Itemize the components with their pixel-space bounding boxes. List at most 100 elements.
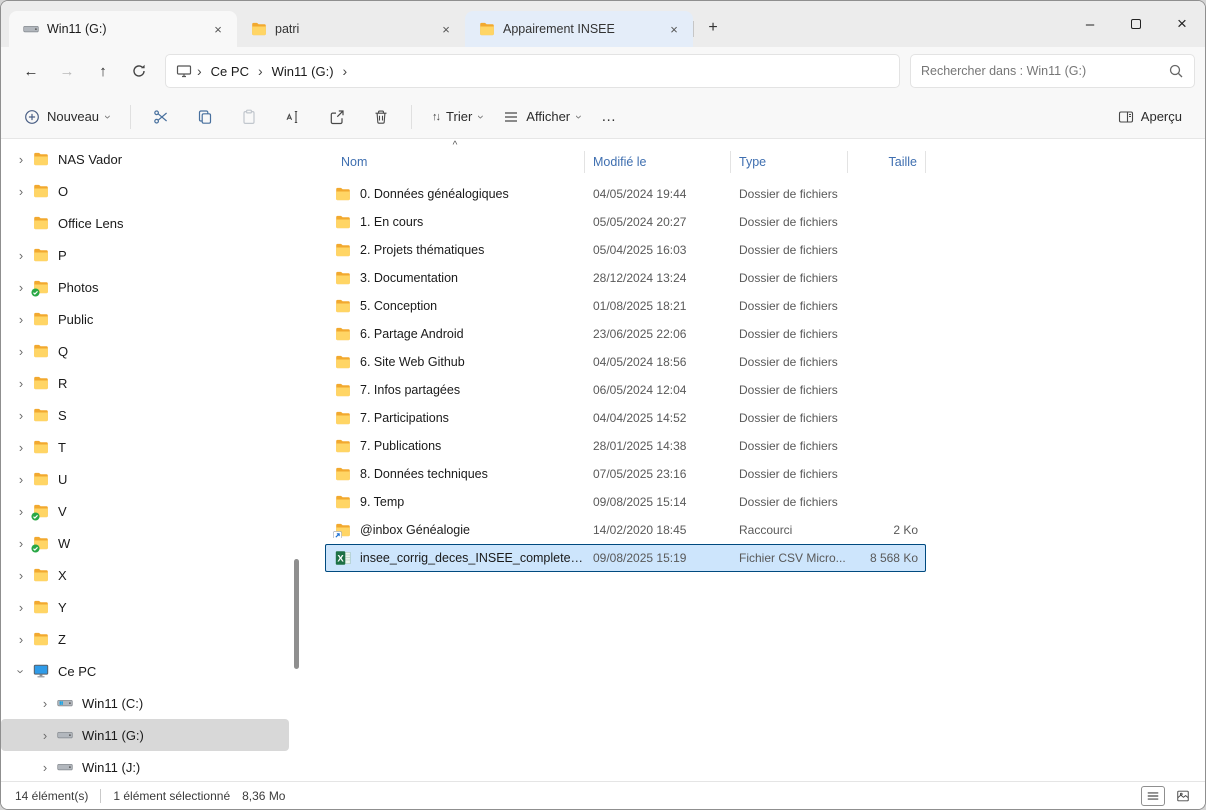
search-input[interactable]: Rechercher dans : Win11 (G:) [921, 64, 1086, 78]
chevron-right-icon[interactable] [13, 376, 29, 391]
sidebar-item-w[interactable]: W [1, 527, 289, 559]
sidebar-item-win11-c[interactable]: Win11 (C:) [1, 687, 289, 719]
breadcrumb-item-ce-pc[interactable]: Ce PC [207, 62, 253, 81]
preview-pane-icon [1118, 109, 1134, 125]
breadcrumb-item-win11-g[interactable]: Win11 (G:) [268, 62, 338, 81]
back-button[interactable] [13, 54, 49, 88]
file-row-1-en-cours[interactable]: 1. En cours 05/05/2024 20:27 Dossier de fi… [325, 208, 926, 236]
chevron-right-icon[interactable] [13, 504, 29, 519]
details-view-button[interactable] [1141, 785, 1165, 806]
details-view-icon [1147, 791, 1159, 800]
file-row-8-donn-es-techniques[interactable]: 8. Données techniques 07/05/2025 23:16 Dos… [325, 460, 926, 488]
sort-button[interactable]: Trier [423, 100, 492, 134]
sidebar-item-x[interactable]: X [1, 559, 289, 591]
chevron-right-icon[interactable] [13, 248, 29, 263]
file-row-insee-corrig-deces-insee-complete-csv[interactable]: Xinsee_corrig_deces_INSEE_complete.csv 09… [325, 544, 926, 572]
column-header-modifi-le[interactable]: Modifié le [585, 151, 731, 173]
sidebar-item-y[interactable]: Y [1, 591, 289, 623]
chevron-right-icon[interactable] [13, 600, 29, 615]
sidebar-item-ce-pc[interactable]: Ce PC [1, 655, 289, 687]
file-row-7-publications[interactable]: 7. Publications 28/01/2025 14:38 Dossier d… [325, 432, 926, 460]
paste-button[interactable] [230, 100, 268, 134]
file-row-6-site-web-github[interactable]: 6. Site Web Github 04/05/2024 18:56 Dossie… [325, 348, 926, 376]
file-row-9-temp[interactable]: 9. Temp 09/08/2025 15:14 Dossier de fichie… [325, 488, 926, 516]
forward-button[interactable] [49, 54, 85, 88]
breadcrumb-chevron-icon[interactable] [343, 63, 348, 79]
tab-win11-g[interactable]: Win11 (G:) [9, 11, 237, 47]
file-row-7-infos-partag-es[interactable]: 7. Infos partagées 06/05/2024 12:04 Dossie… [325, 376, 926, 404]
copy-button[interactable] [186, 100, 224, 134]
sidebar-item-s[interactable]: S [1, 399, 289, 431]
sidebar-item-r[interactable]: R [1, 367, 289, 399]
file-name-label: 5. Conception [360, 299, 438, 313]
breadcrumb: Ce PC Win11 (G:) [192, 63, 352, 79]
up-button[interactable] [85, 54, 121, 88]
view-button[interactable]: Afficher [494, 100, 590, 134]
tab-close-icon[interactable] [437, 20, 455, 38]
cut-button[interactable] [142, 100, 180, 134]
maximize-button[interactable] [1113, 1, 1159, 47]
thumbnails-view-button[interactable] [1171, 786, 1195, 806]
column-header-taille[interactable]: Taille [848, 151, 926, 173]
sidebar-item-win11-g[interactable]: Win11 (G:) [1, 719, 289, 751]
search-box[interactable]: Rechercher dans : Win11 (G:) [910, 54, 1195, 88]
sidebar-item-z[interactable]: Z [1, 623, 289, 655]
preview-button[interactable]: Aperçu [1109, 100, 1191, 134]
sidebar-item-office-lens[interactable]: Office Lens [1, 207, 289, 239]
chevron-right-icon[interactable] [13, 280, 29, 295]
close-button[interactable] [1159, 1, 1205, 47]
check-badge-icon [31, 544, 40, 553]
tab-appairement-insee[interactable]: Appairement INSEE [465, 11, 694, 47]
chevron-right-icon[interactable] [13, 472, 29, 487]
address-bar[interactable]: Ce PC Win11 (G:) [165, 54, 900, 88]
chevron-right-icon[interactable] [13, 152, 29, 167]
file-row-3-documentation[interactable]: 3. Documentation 28/12/2024 13:24 Dossier … [325, 264, 926, 292]
chevron-right-icon[interactable] [37, 760, 53, 775]
more-options-button[interactable] [592, 100, 626, 134]
sidebar-item-nas-vador[interactable]: NAS Vador [1, 143, 289, 175]
file-name-label: 8. Données techniques [360, 467, 488, 481]
chevron-right-icon[interactable] [13, 568, 29, 583]
sidebar-item-public[interactable]: Public [1, 303, 289, 335]
sidebar-item-p[interactable]: P [1, 239, 289, 271]
sidebar-item-photos[interactable]: Photos [1, 271, 289, 303]
file-row-2-projets-th-matiques[interactable]: 2. Projets thématiques 05/04/2025 16:03 Do… [325, 236, 926, 264]
file-row-7-participations[interactable]: 7. Participations 04/04/2025 14:52 Dossier… [325, 404, 926, 432]
sidebar-item-win11-j[interactable]: Win11 (J:) [1, 751, 289, 781]
sidebar-item-t[interactable]: T [1, 431, 289, 463]
rename-button[interactable] [274, 100, 312, 134]
delete-button[interactable] [362, 100, 400, 134]
file-row-6-partage-android[interactable]: 6. Partage Android 23/06/2025 22:06 Dossie… [325, 320, 926, 348]
sidebar-item-v[interactable]: V [1, 495, 289, 527]
minimize-button[interactable] [1067, 1, 1113, 47]
tab-close-icon[interactable] [209, 20, 227, 38]
sidebar-scrollbar[interactable] [294, 559, 299, 669]
file-row-inbox-g-n-alogie[interactable]: @inbox Généalogie 14/02/2020 18:45 Raccour… [325, 516, 926, 544]
sidebar-item-o[interactable]: O [1, 175, 289, 207]
chevron-right-icon[interactable] [13, 440, 29, 455]
new-button[interactable]: Nouveau [15, 100, 119, 134]
chevron-down-icon[interactable] [13, 664, 29, 679]
refresh-button[interactable] [121, 54, 157, 88]
sidebar-item-u[interactable]: U [1, 463, 289, 495]
sidebar-item-q[interactable]: Q [1, 335, 289, 367]
chevron-right-icon[interactable] [37, 728, 53, 743]
column-header-nom[interactable]: Nom [325, 151, 585, 173]
file-name-label: 9. Temp [360, 495, 405, 509]
tab-close-icon[interactable] [665, 20, 683, 38]
column-header-type[interactable]: Type [731, 151, 848, 173]
share-button[interactable] [318, 100, 356, 134]
new-button-label: Nouveau [47, 109, 100, 124]
chevron-right-icon[interactable] [13, 344, 29, 359]
chevron-right-icon[interactable] [37, 696, 53, 711]
tab-patri[interactable]: patri [237, 11, 466, 47]
new-tab-button[interactable] [699, 14, 727, 42]
chevron-right-icon[interactable] [13, 536, 29, 551]
chevron-right-icon[interactable] [13, 312, 29, 327]
chevron-right-icon[interactable] [13, 184, 29, 199]
delete-icon [373, 109, 389, 125]
file-row-0-donn-es-g-n-alogiques[interactable]: 0. Données généalogiques 04/05/2024 19:44… [325, 180, 926, 208]
chevron-right-icon[interactable] [13, 408, 29, 423]
file-row-5-conception[interactable]: 5. Conception 01/08/2025 18:21 Dossier de … [325, 292, 926, 320]
chevron-right-icon[interactable] [13, 632, 29, 647]
